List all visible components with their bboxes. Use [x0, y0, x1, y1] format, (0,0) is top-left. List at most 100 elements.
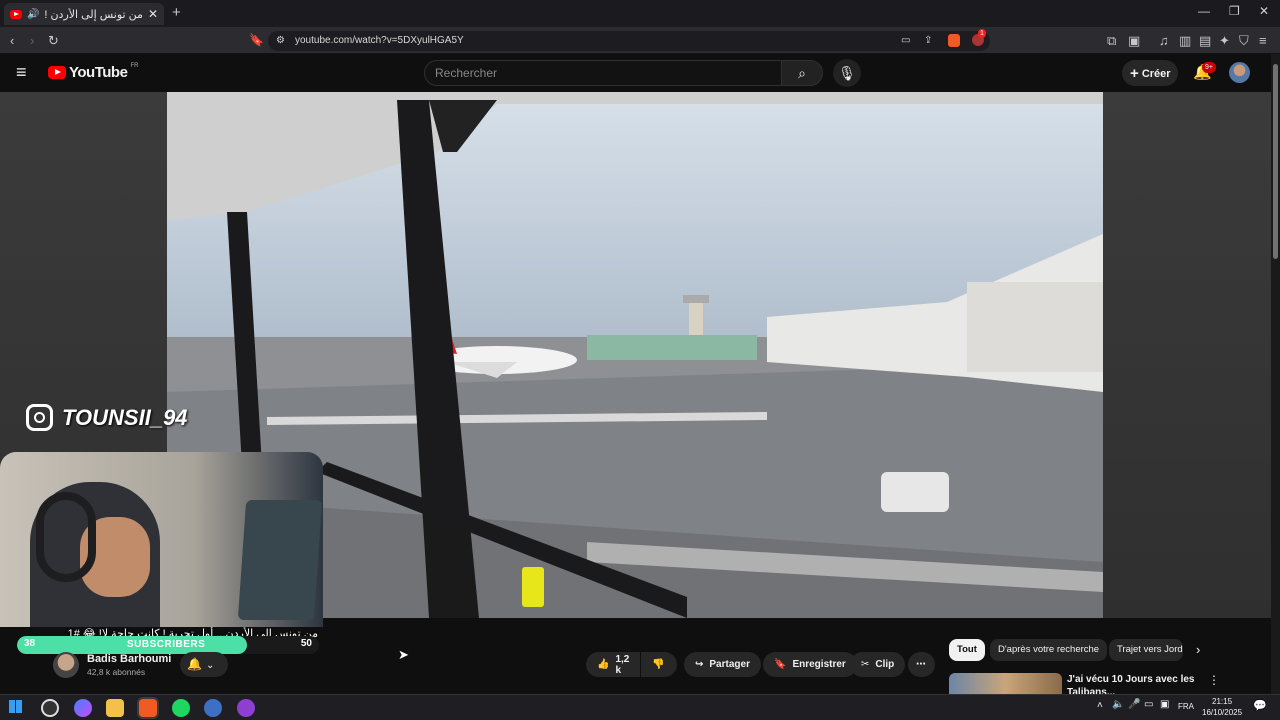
youtube-favicon-icon — [10, 9, 22, 19]
media-icon[interactable]: ♫ — [1159, 27, 1169, 54]
search-input[interactable]: Rechercher — [424, 60, 782, 86]
chip-jordan[interactable]: Trajet vers Jord — [1109, 639, 1183, 661]
region-code: FR — [130, 62, 139, 69]
heart-app-icon[interactable] — [237, 699, 255, 717]
reload-icon[interactable]: ↻ — [48, 27, 59, 54]
logo-text: YouTube — [69, 64, 128, 81]
share-label: Partager — [709, 659, 750, 670]
create-button[interactable]: + Créer — [1122, 60, 1178, 86]
share-button[interactable]: ↪ Partager — [684, 652, 761, 677]
youtube-logo[interactable]: YouTube FR — [48, 62, 139, 81]
extension-badge: 1 — [978, 29, 986, 38]
clock-time[interactable]: 21:15 — [1212, 697, 1232, 706]
app-globe-icon[interactable] — [204, 699, 222, 717]
chips-next-icon[interactable]: › — [1196, 642, 1200, 657]
messenger-icon[interactable] — [74, 699, 92, 717]
tray-chevron-icon[interactable]: ˄ — [1097, 700, 1103, 711]
youtube-header: ≡ YouTube FR Rechercher ⌕ 🎙 + Créer 🔔 9+ — [0, 54, 1280, 92]
webcam-headphones — [36, 492, 96, 582]
back-icon[interactable]: ‹ — [10, 27, 14, 54]
language-indicator[interactable]: FRA — [1178, 702, 1194, 711]
browser-toolbar: ‹ › ↻ 🔖 ⚙ youtube.com/watch?v=5DXyulHGA5… — [0, 27, 1280, 54]
scrollbar-thumb[interactable] — [1273, 64, 1278, 259]
brave-shield-icon[interactable] — [948, 34, 960, 47]
search-button[interactable]: ⌕ — [781, 60, 823, 86]
webcam-monitor — [237, 500, 323, 620]
recommendation-thumbnail[interactable] — [949, 673, 1062, 694]
share-page-icon[interactable]: ⇪ — [924, 31, 932, 51]
forward-icon[interactable]: › — [30, 27, 34, 54]
close-window-icon[interactable]: ✕ — [1259, 4, 1269, 18]
mic-tray-icon[interactable]: 🎤 — [1128, 699, 1140, 710]
page-scrollbar[interactable] — [1271, 54, 1280, 694]
brave-browser-icon[interactable] — [139, 699, 157, 717]
more-icon: ⋯ — [916, 659, 926, 670]
avatar[interactable] — [1229, 62, 1250, 83]
windows-start-icon[interactable] — [9, 700, 22, 713]
clip-button[interactable]: ✂ Clip — [850, 652, 906, 677]
create-label: Créer — [1141, 68, 1171, 80]
obs-icon[interactable] — [41, 699, 59, 717]
scissors-icon: ✂ — [861, 659, 870, 670]
recommendation-title-2[interactable]: Talibans... — [1067, 687, 1115, 694]
leo-ai-icon[interactable]: ✦ — [1219, 27, 1230, 54]
chip-search-related[interactable]: D'après votre recherche — [990, 639, 1108, 661]
sidebar-icon[interactable]: ▥ — [1179, 27, 1191, 54]
url-text: youtube.com/watch?v=5DXyulHGA5Y — [295, 35, 464, 46]
clip-label: Clip — [875, 659, 895, 670]
speaker-icon[interactable]: 🔊 — [27, 9, 39, 20]
like-count: 1,2 k — [615, 653, 630, 676]
chip-all[interactable]: Tout — [949, 639, 985, 661]
recommendation-menu-icon[interactable]: ⋮ — [1208, 673, 1220, 687]
recommendation-title-1[interactable]: J'ai vécu 10 Jours avec les — [1067, 674, 1194, 685]
youtube-play-icon — [48, 66, 66, 79]
streamer-webcam — [0, 452, 323, 627]
instagram-watermark-group: TOUNSII_94 — [26, 404, 188, 431]
watermark-text: TOUNSII_94 — [62, 404, 188, 430]
close-tab-icon[interactable]: ✕ — [148, 7, 158, 21]
site-settings-icon[interactable]: ⚙ — [276, 31, 285, 51]
clock-date[interactable]: 16/10/2025 — [1202, 708, 1242, 717]
more-actions-button[interactable]: ⋯ — [908, 652, 935, 677]
bell-icon: 🔔 — [187, 657, 202, 671]
network-tray-icon[interactable]: ▣ — [1160, 699, 1169, 710]
bookmark-icon[interactable]: 🔖 — [249, 27, 264, 54]
spotify-icon[interactable] — [172, 699, 190, 717]
browser-tab-bar: 🔊 من تونس إلى الأردن ! 😃 (23) ✕ + — ❐ ✕ — [0, 0, 1280, 27]
plus-icon: + — [1130, 65, 1139, 82]
menu-icon[interactable]: ≡ — [1259, 27, 1267, 54]
subscribed-button[interactable]: 🔔 ⌄ — [180, 652, 228, 677]
goal-label: SUBSCRIBERS — [127, 639, 206, 650]
tab-title: من تونس إلى الأردن ! 😃 (23) — [44, 8, 143, 21]
restore-icon[interactable]: ❐ — [1229, 4, 1240, 18]
mouse-cursor-icon: ➤ — [398, 647, 409, 662]
search-icon: ⌕ — [798, 65, 806, 81]
channel-name[interactable]: Badis Barhoumi — [87, 653, 171, 665]
new-tab-icon[interactable]: + — [172, 0, 181, 26]
file-explorer-icon[interactable] — [106, 699, 124, 717]
goal-current: 38 — [24, 638, 36, 649]
channel-subs: 42,8 k abonnés — [87, 667, 146, 677]
minimize-icon[interactable]: — — [1198, 4, 1210, 18]
screenshot-icon[interactable]: ▣ — [1128, 27, 1140, 54]
notification-center-icon[interactable]: 💬 — [1253, 699, 1267, 712]
url-field[interactable]: ⚙ youtube.com/watch?v=5DXyulHGA5Y ▭ ⇪ 1 — [268, 29, 990, 51]
cast-icon[interactable]: ▭ — [901, 31, 910, 51]
thumbs-up-icon: 👍 — [597, 659, 610, 670]
save-button[interactable]: 🔖 Enregistrer — [763, 652, 857, 677]
windows-taskbar: ˄ 🔈 🎤 ▭ ▣ FRA 21:15 16/10/2025 💬 — [0, 694, 1280, 720]
display-tray-icon[interactable]: ▭ — [1144, 699, 1153, 710]
volume-icon[interactable]: 🔈 — [1112, 699, 1124, 710]
wallet-icon[interactable]: ▤ — [1199, 27, 1211, 54]
browser-tab-active[interactable]: 🔊 من تونس إلى الأردن ! 😃 (23) ✕ — [4, 3, 164, 25]
save-label: Enregistrer — [792, 659, 846, 670]
dislike-button[interactable]: 👎 — [641, 652, 677, 677]
like-button[interactable]: 👍 1,2 k — [586, 652, 640, 677]
voice-search-button[interactable]: 🎙 — [833, 59, 861, 87]
chevron-down-icon: ⌄ — [205, 660, 215, 671]
save-icon: 🔖 — [774, 659, 787, 670]
extensions-icon[interactable]: ⧉ — [1107, 27, 1116, 54]
hamburger-menu-icon[interactable]: ≡ — [16, 62, 27, 83]
vpn-icon[interactable]: ⛉ — [1239, 27, 1249, 54]
channel-avatar[interactable] — [53, 652, 79, 678]
